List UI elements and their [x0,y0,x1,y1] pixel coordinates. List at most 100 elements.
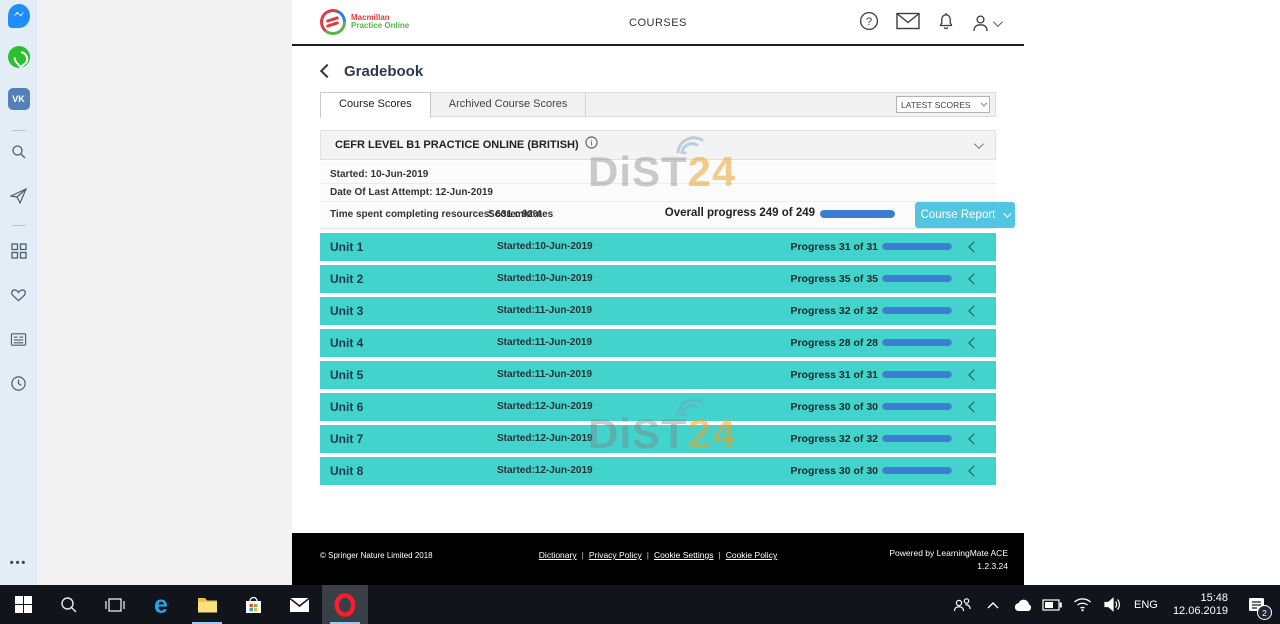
latest-scores-select[interactable]: LATEST SCORES [896,96,990,113]
unit-started-date: Started:11-Jun-2019 [497,329,592,357]
info-icon[interactable]: i [585,136,598,154]
overall-progress-bar [820,210,895,218]
news-icon[interactable] [8,328,30,350]
unit-progress-fill [882,435,952,442]
unit-progress-label: Progress 31 of 31 [790,361,878,389]
chevron-down-icon [974,139,984,149]
mail-app-icon[interactable] [276,585,322,624]
chevron-left-icon[interactable] [968,305,979,316]
unit-progress-bar [882,275,952,282]
unit-row[interactable]: Unit 8 Started:12-Jun-2019 Progress 30 o… [320,457,996,485]
unit-started-date: Started:12-Jun-2019 [497,425,593,453]
my-flow-send-icon[interactable] [8,185,30,207]
unit-started-date: Started:10-Jun-2019 [497,265,593,293]
overall-progress-label: Overall progress 249 of 249 [660,207,815,219]
people-icon[interactable] [949,585,977,624]
chevron-left-icon[interactable] [968,401,979,412]
hidden-icons-chevron-icon[interactable] [979,585,1007,624]
footer-link-separator: | [647,550,649,560]
footer-link[interactable]: Privacy Policy [589,550,642,560]
unit-row[interactable]: Unit 5 Started:11-Jun-2019 Progress 31 o… [320,361,996,389]
course-accordion-header[interactable]: CEFR LEVEL B1 PRACTICE ONLINE (BRITISH) … [320,130,996,160]
unit-progress-bar [882,307,952,314]
wifi-icon[interactable] [1069,585,1097,624]
unit-row[interactable]: Unit 4 Started:11-Jun-2019 Progress 28 o… [320,329,996,357]
edge-icon[interactable]: e [138,585,184,624]
windows-taskbar: e [0,585,1280,624]
unit-name: Unit 2 [330,265,363,293]
whatsapp-icon[interactable] [8,46,30,68]
chevron-left-icon[interactable] [968,465,979,476]
file-explorer-icon[interactable] [184,585,230,624]
sidebar-divider [12,225,26,226]
unit-name: Unit 7 [330,425,363,453]
unit-progress-label: Progress 28 of 28 [790,329,878,357]
course-last-attempt: Date Of Last Attempt: 12-Jun-2019 [330,187,493,198]
back-chevron-icon[interactable] [320,64,334,78]
unit-row[interactable]: Unit 3 Started:11-Jun-2019 Progress 32 o… [320,297,996,325]
unit-name: Unit 5 [330,361,363,389]
unit-started-date: Started:12-Jun-2019 [497,393,593,421]
sidebar-more-icon[interactable]: ••• [8,552,30,574]
bookmarks-heart-icon[interactable] [8,284,30,306]
unit-progress-fill [882,403,952,410]
vk-icon[interactable]: VK [8,88,30,110]
profile-icon[interactable] [972,14,1000,33]
help-icon[interactable]: ? [859,11,879,36]
taskbar-date: 12.06.2019 [1173,605,1228,618]
unit-name: Unit 8 [330,457,363,485]
language-indicator[interactable]: ENG [1129,599,1163,611]
course-report-button[interactable]: Course Report [915,202,1015,228]
chevron-left-icon[interactable] [968,273,979,284]
unit-row[interactable]: Unit 2 Started:10-Jun-2019 Progress 35 o… [320,265,996,293]
unit-progress-label: Progress 31 of 31 [790,233,878,261]
taskbar-search-icon[interactable] [46,585,92,624]
history-clock-icon[interactable] [8,372,30,394]
unit-progress-label: Progress 30 of 30 [790,457,878,485]
onedrive-cloud-icon[interactable] [1009,585,1037,624]
site-header: Macmillan Practice Online COURSES ? [292,0,1024,46]
unit-name: Unit 3 [330,297,363,325]
unit-name: Unit 6 [330,393,363,421]
unit-progress-bar [882,435,952,442]
opera-icon[interactable] [322,585,368,624]
chevron-left-icon[interactable] [968,369,979,380]
action-center-icon[interactable]: 2 [1238,585,1274,624]
clock[interactable]: 15:48 12.06.2019 [1165,592,1236,618]
unit-row[interactable]: Unit 6 Started:12-Jun-2019 Progress 30 o… [320,393,996,421]
unit-row[interactable]: Unit 7 Started:12-Jun-2019 Progress 32 o… [320,425,996,453]
search-icon[interactable] [8,141,30,163]
chevron-left-icon[interactable] [968,433,979,444]
unit-progress-fill [882,371,952,378]
chevron-left-icon[interactable] [968,337,979,348]
microsoft-store-icon[interactable] [230,585,276,624]
footer-link[interactable]: Cookie Policy [726,550,778,560]
task-view-icon[interactable] [92,585,138,624]
tab-archived-course-scores[interactable]: Archived Course Scores [431,93,587,118]
messenger-icon[interactable] [8,10,30,32]
footer-link[interactable]: Dictionary [539,550,577,560]
start-button[interactable] [0,585,46,624]
mail-icon[interactable] [896,12,920,35]
unit-progress-label: Progress 32 of 32 [790,297,878,325]
course-score: Score: 92% [488,209,542,220]
notifications-bell-icon[interactable] [937,11,955,36]
chevron-left-icon[interactable] [968,241,979,252]
opera-sidebar: VK ••• [0,0,37,585]
unit-progress-fill [882,243,952,250]
course-started: Started: 10-Jun-2019 [330,169,428,180]
footer-link[interactable]: Cookie Settings [654,550,714,560]
footer-link-separator: | [718,550,720,560]
footer: © Springer Nature Limited 2018 Dictionar… [292,533,1024,585]
volume-icon[interactable] [1099,585,1127,624]
unit-progress-fill [882,339,952,346]
desktop-right-gap [1024,0,1280,585]
unit-row[interactable]: Unit 1 Started:10-Jun-2019 Progress 31 o… [320,233,996,261]
mpo-page: Macmillan Practice Online COURSES ? [292,0,1024,585]
unit-progress-label: Progress 35 of 35 [790,265,878,293]
tab-course-scores[interactable]: Course Scores [320,92,431,118]
speed-dial-grid-icon[interactable] [8,240,30,262]
unit-started-date: Started:11-Jun-2019 [497,297,592,325]
unit-started-date: Started:12-Jun-2019 [497,457,593,485]
battery-icon[interactable] [1039,585,1067,624]
